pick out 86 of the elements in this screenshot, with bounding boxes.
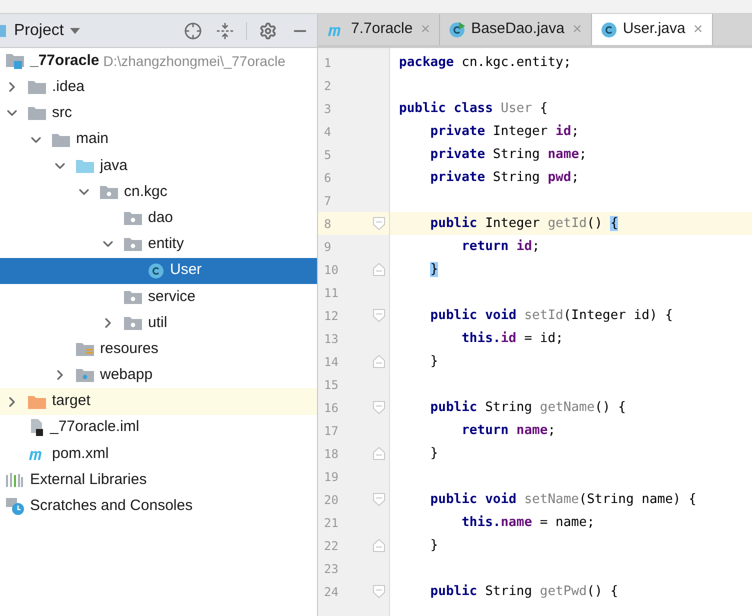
- code-line: public void setId(Integer id) {: [430, 306, 673, 325]
- folder-icon: [52, 132, 70, 147]
- tree-item[interactable]: util: [0, 310, 317, 336]
- package-icon: [124, 316, 142, 330]
- class-icon: [148, 262, 164, 279]
- tree-item[interactable]: target: [0, 388, 317, 415]
- package-icon: [100, 185, 118, 200]
- tree-item[interactable]: pom.xml: [0, 440, 317, 467]
- tree-item[interactable]: _77oracle D:\zhangzhongmei\_77oracle: [0, 48, 317, 74]
- libraries-icon: [6, 472, 24, 488]
- tree-item[interactable]: dao: [0, 205, 317, 232]
- package-icon: [124, 290, 142, 304]
- line-number: 10: [323, 262, 340, 278]
- code-line: return id;: [462, 238, 540, 256]
- tree-item[interactable]: webapp: [0, 362, 317, 388]
- code-line: package cn.kgc.entity;: [399, 54, 572, 72]
- editor-tab[interactable]: User.java ×: [592, 14, 713, 45]
- file-icon: [28, 418, 44, 437]
- line-number: 19: [323, 468, 340, 486]
- locate-icon[interactable]: [184, 22, 202, 40]
- code-line: return name;: [462, 422, 556, 440]
- folder-icon: [28, 394, 46, 409]
- line-number: 3: [323, 100, 332, 118]
- folder-icon: [28, 106, 46, 120]
- code-line: this.id = id;: [462, 330, 564, 348]
- code-line: public class User {: [399, 100, 548, 118]
- code-line: private String pwd;: [430, 168, 580, 187]
- caret-icon: [70, 28, 80, 34]
- code-line: public String getName() {: [430, 398, 626, 417]
- resources-folder-icon: [76, 342, 94, 356]
- line-number: 21: [323, 514, 340, 532]
- line-number: 18: [323, 446, 340, 462]
- line-number: 4: [323, 124, 332, 140]
- tree-item[interactable]: java: [0, 152, 317, 179]
- line-number: 14: [323, 354, 340, 370]
- code-line: }: [430, 536, 438, 555]
- module-icon: [6, 53, 24, 70]
- code-line: private String name;: [430, 146, 587, 164]
- runnable-class-icon: [449, 22, 466, 38]
- tree-item[interactable]: cn.kgc: [0, 178, 317, 206]
- line-number: 11: [323, 284, 340, 302]
- line-number: 12: [323, 308, 340, 324]
- line-number: 13: [323, 330, 340, 348]
- line-number: 9: [323, 238, 332, 256]
- line-number: 23: [323, 560, 340, 578]
- tree-item[interactable]: entity: [0, 231, 317, 258]
- tree-item[interactable]: Scratches and Consoles: [0, 493, 317, 520]
- line-number: 20: [323, 492, 340, 508]
- code-line: }: [430, 444, 438, 463]
- package-icon: [124, 211, 142, 226]
- line-number: 6: [323, 170, 332, 186]
- code-line: public Integer getId() {: [430, 214, 618, 233]
- line-number: 2: [323, 78, 332, 94]
- web-folder-icon: [76, 368, 94, 382]
- project-view-dropdown[interactable]: Project: [14, 18, 80, 42]
- tree-item[interactable]: .idea: [0, 74, 317, 100]
- settings-icon[interactable]: [259, 22, 277, 40]
- line-number: 22: [323, 538, 340, 554]
- project-icon: [0, 24, 6, 36]
- scratches-icon: [6, 497, 24, 516]
- code-line: }: [430, 352, 438, 371]
- tree-item[interactable]: External Libraries: [0, 467, 317, 494]
- line-number: 8: [323, 216, 332, 232]
- tree-item[interactable]: _77oracle.iml: [0, 414, 317, 441]
- folder-icon: [76, 158, 94, 173]
- line-number: 5: [323, 146, 332, 164]
- code-line: private Integer id;: [430, 122, 580, 141]
- folder-icon: [28, 80, 46, 94]
- code-line: public String getPwd() {: [430, 582, 618, 601]
- line-number: 24: [323, 584, 340, 600]
- line-number: 17: [323, 422, 340, 440]
- tree-item[interactable]: resoures: [0, 336, 317, 362]
- line-number: 16: [323, 400, 340, 416]
- package-icon: [124, 237, 142, 252]
- tree-item[interactable]: service: [0, 284, 317, 310]
- code-line: this.name = name;: [462, 514, 595, 532]
- line-number: 7: [323, 192, 332, 210]
- tree-item[interactable]: User: [0, 258, 317, 284]
- tree-item[interactable]: src: [0, 100, 317, 127]
- line-number: 1: [323, 54, 332, 72]
- code-line: public void setName(String name) {: [430, 490, 696, 509]
- tree-item[interactable]: main: [0, 126, 317, 153]
- line-number: 15: [323, 376, 340, 394]
- collapse-all-icon[interactable]: [216, 22, 234, 40]
- project-path: D:\zhangzhongmei\_77oracle: [103, 52, 286, 71]
- class-icon: [600, 22, 617, 38]
